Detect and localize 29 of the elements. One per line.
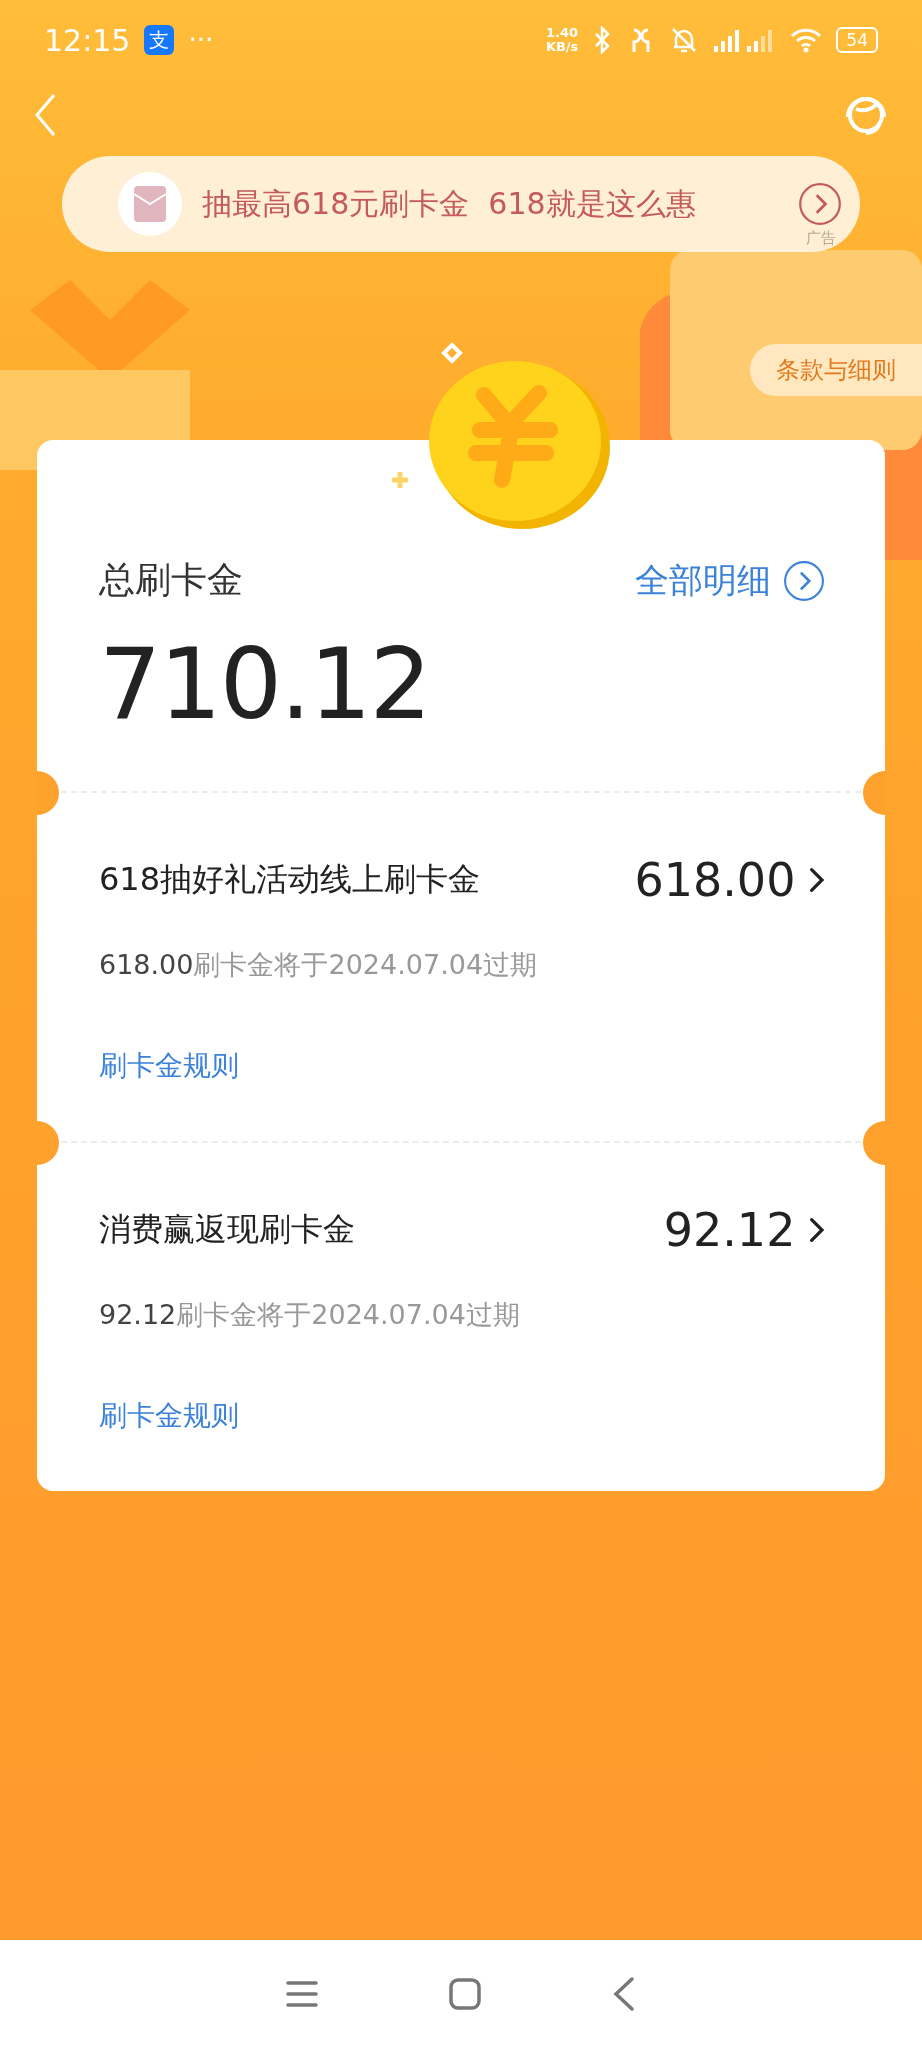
home-icon[interactable] <box>448 1977 482 2011</box>
promo-banner[interactable]: 抽最高618元刷卡金 618就是这么惠 广告 <box>62 156 860 252</box>
rules-link[interactable]: 刷卡金规则 <box>99 1397 239 1435</box>
menu-icon[interactable] <box>286 1979 318 2009</box>
more-dots: ··· <box>188 25 214 55</box>
item-title: 消费赢返现刷卡金 <box>99 1209 355 1250</box>
arrow-circle-icon <box>783 559 825 602</box>
expiry-text: 92.12刷卡金将于2024.07.04过期 <box>99 1298 521 1332</box>
chevron-icon <box>809 867 825 893</box>
rules-link[interactable]: 刷卡金规则 <box>99 1047 239 1085</box>
total-amount: 710.12 <box>99 627 431 741</box>
ad-label: 广告 <box>806 229 836 248</box>
back-icon[interactable] <box>612 1976 636 2012</box>
status-time: 12:15 <box>44 22 131 58</box>
wifi-icon <box>790 27 823 53</box>
arrow-circle-icon <box>798 182 842 226</box>
battery-level: 54 <box>836 27 878 53</box>
chevron-icon <box>809 1217 825 1243</box>
banner-text: 抽最高618元刷卡金 618就是这么惠 <box>202 184 697 223</box>
terms-button[interactable]: 条款与细则 <box>750 344 922 396</box>
item-amount[interactable]: 92.12 <box>663 1203 825 1257</box>
app-badge: 支 <box>144 25 175 55</box>
details-link[interactable]: 全部明细 <box>635 557 825 604</box>
expiry-text: 618.00刷卡金将于2024.07.04过期 <box>99 948 539 982</box>
item-amount[interactable]: 618.00 <box>634 853 825 907</box>
envelope-icon <box>132 184 168 224</box>
network-speed: 1.40 KB/s <box>545 26 579 54</box>
total-label: 总刷卡金 <box>99 558 243 602</box>
item-title: 618抽好礼活动线上刷卡金 <box>99 859 481 900</box>
